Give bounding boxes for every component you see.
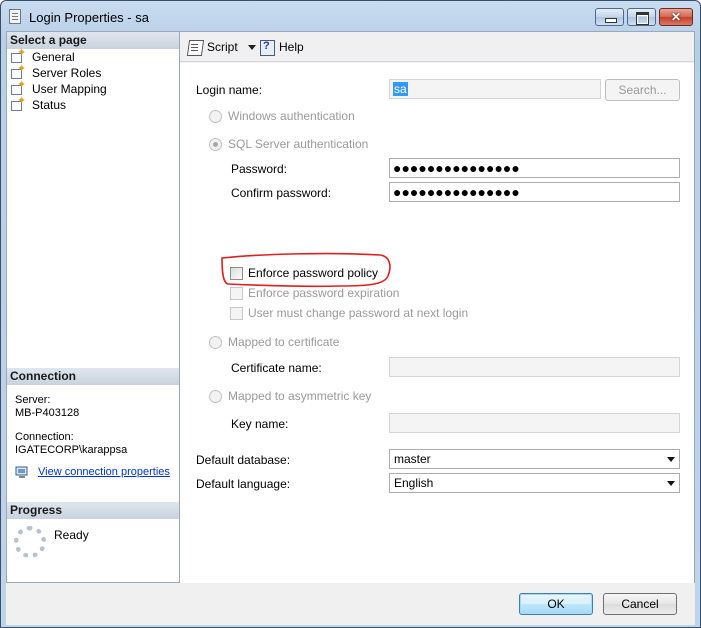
page-properties-icon: ✦ <box>11 95 26 112</box>
windows-auth-label: Windows authentication <box>228 109 355 123</box>
help-icon <box>259 39 275 56</box>
title-bar[interactable]: Login Properties - sa <box>1 1 700 33</box>
default-database-select[interactable]: master <box>389 449 680 469</box>
nav-item-label: Server Roles <box>32 66 102 80</box>
chevron-down-icon[interactable] <box>247 44 256 50</box>
select-page-header: Select a page <box>7 32 179 49</box>
sql-auth-label: SQL Server authentication <box>228 137 369 151</box>
server-value: MB-P403128 <box>15 407 80 419</box>
dialog-client: Select a page ✦ General ✦ Server Roles ✦… <box>6 31 695 625</box>
must-change-label: User must change password at next login <box>248 306 469 320</box>
login-properties-window: Login Properties - sa Select a page ✦ Ge… <box>0 0 701 628</box>
enforce-policy-checkbox[interactable] <box>230 267 243 280</box>
enforce-expiration-checkbox[interactable] <box>230 287 243 300</box>
cancel-button[interactable]: Cancel <box>603 593 677 615</box>
login-name-field[interactable]: sa <box>389 79 601 99</box>
enforce-policy-label: Enforce password policy <box>248 266 379 280</box>
nav-item-label: User Mapping <box>32 82 107 96</box>
script-icon <box>187 39 203 55</box>
toolbar: Script Help <box>180 32 694 62</box>
right-pane: Script Help Login name: sa Search... Win… <box>180 31 695 583</box>
nav-item-label: General <box>32 50 75 64</box>
default-database-label: Default database: <box>196 453 291 467</box>
help-label: Help <box>279 40 304 54</box>
password-label: Password: <box>231 162 288 176</box>
mapped-asymmetric-key-label: Mapped to asymmetric key <box>228 389 372 403</box>
progress-status: Ready <box>54 528 89 542</box>
connection-properties-icon <box>15 466 28 478</box>
server-label: Server: <box>15 394 51 406</box>
page-properties-icon: ✦ <box>11 47 26 64</box>
left-pane: Select a page ✦ General ✦ Server Roles ✦… <box>6 31 180 583</box>
login-name-label: Login name: <box>196 83 263 97</box>
certificate-name-field[interactable] <box>389 357 680 377</box>
default-language-value: English <box>394 476 434 490</box>
certificate-name-label: Certificate name: <box>231 361 322 375</box>
mapped-certificate-label: Mapped to certificate <box>228 335 340 349</box>
maximize-button[interactable] <box>627 8 656 26</box>
page-properties-icon: ✦ <box>11 63 26 80</box>
sql-auth-radio[interactable] <box>209 138 222 151</box>
view-connection-properties-link[interactable]: View connection properties <box>38 466 170 478</box>
mapped-certificate-radio[interactable] <box>209 336 222 349</box>
key-name-field[interactable] <box>389 413 680 433</box>
document-icon <box>9 9 21 24</box>
default-language-select[interactable]: English <box>389 473 680 493</box>
nav-item-label: Status <box>32 98 67 112</box>
connection-value: IGATECORP\karappsa <box>15 444 128 456</box>
ok-button[interactable]: OK <box>519 593 593 615</box>
default-language-label: Default language: <box>196 477 291 491</box>
connection-label: Connection: <box>15 431 74 443</box>
progress-header: Progress <box>7 502 179 519</box>
connection-header: Connection <box>7 368 179 385</box>
page-properties-icon: ✦ <box>11 79 26 96</box>
help-button[interactable]: Help <box>259 38 304 56</box>
chevron-down-icon <box>667 457 675 462</box>
confirm-password-field[interactable]: ●●●●●●●●●●●●●●● <box>389 182 680 202</box>
progress-spinner-icon <box>14 526 46 558</box>
window-title: Login Properties - sa <box>29 10 149 25</box>
general-page-content: Login name: sa Search... Windows authent… <box>180 63 694 583</box>
password-field[interactable]: ●●●●●●●●●●●●●●● <box>389 158 680 178</box>
chevron-down-icon <box>667 481 675 486</box>
must-change-checkbox[interactable] <box>230 307 243 320</box>
script-button[interactable]: Script <box>187 38 256 56</box>
enforce-expiration-label: Enforce password expiration <box>248 286 400 300</box>
confirm-password-label: Confirm password: <box>231 186 332 200</box>
nav-item-status[interactable]: ✦ Status <box>11 95 67 113</box>
windows-auth-radio[interactable] <box>209 110 222 123</box>
search-button[interactable]: Search... <box>605 79 680 101</box>
minimize-button[interactable] <box>595 8 624 26</box>
key-name-label: Key name: <box>231 417 289 431</box>
default-database-value: master <box>394 452 431 466</box>
script-label: Script <box>207 40 238 54</box>
close-button[interactable] <box>659 8 693 26</box>
mapped-asymmetric-key-radio[interactable] <box>209 390 222 403</box>
